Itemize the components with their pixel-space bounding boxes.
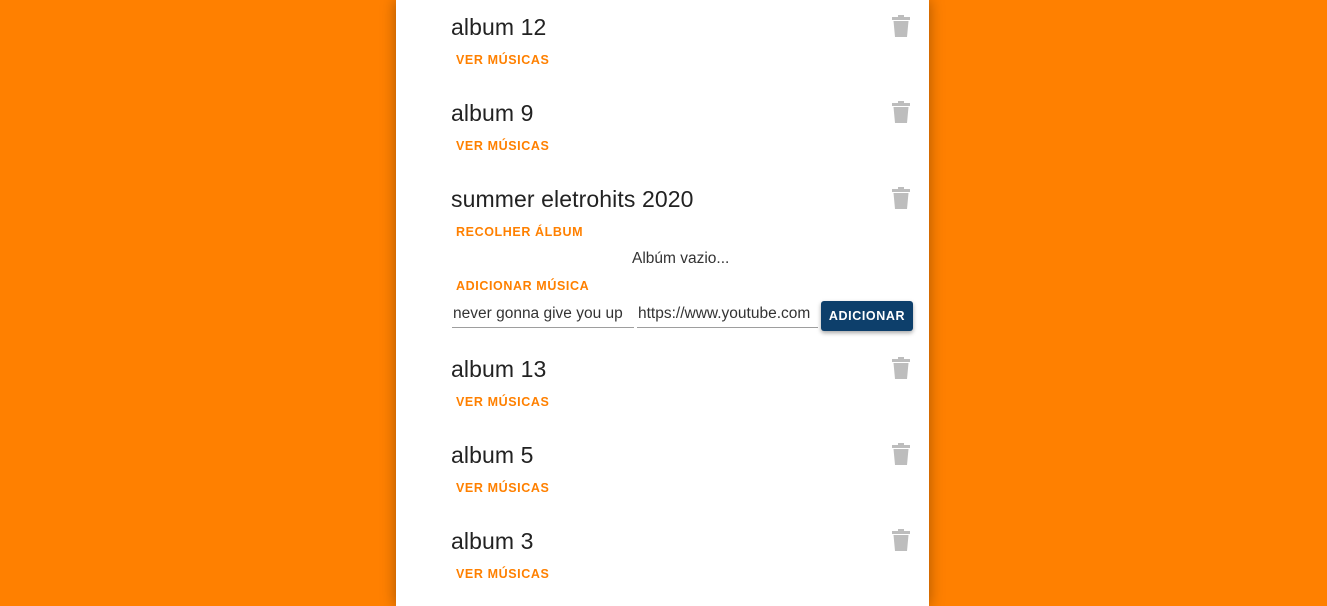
album-title: summer eletrohits 2020 [451,186,694,212]
trash-icon[interactable] [892,529,910,551]
add-song-button[interactable]: ADICIONAR [821,301,913,331]
album-title: album 12 [451,14,547,40]
album-title: album 5 [451,442,534,468]
view-songs-button[interactable]: VER MÚSICAS [456,139,549,153]
trash-icon[interactable] [892,15,910,37]
song-name-input[interactable] [452,300,634,328]
view-songs-button[interactable]: VER MÚSICAS [456,53,549,67]
album-list-panel: album 12 VER MÚSICAS album 9 VER MÚSICAS… [396,0,929,606]
album-title: album 9 [451,100,534,126]
collapse-album-button[interactable]: RECOLHER ÁLBUM [456,225,583,239]
empty-album-message: Albúm vazio... [632,250,730,267]
trash-icon[interactable] [892,443,910,465]
trash-icon[interactable] [892,187,910,209]
view-songs-button[interactable]: VER MÚSICAS [456,567,549,581]
trash-icon[interactable] [892,357,910,379]
song-url-input[interactable] [637,300,818,328]
view-songs-button[interactable]: VER MÚSICAS [456,395,549,409]
view-songs-button[interactable]: VER MÚSICAS [456,481,549,495]
trash-icon[interactable] [892,101,910,123]
album-title: album 13 [451,356,547,382]
album-title: album 3 [451,528,534,554]
add-song-toggle[interactable]: ADICIONAR MÚSICA [456,279,589,293]
